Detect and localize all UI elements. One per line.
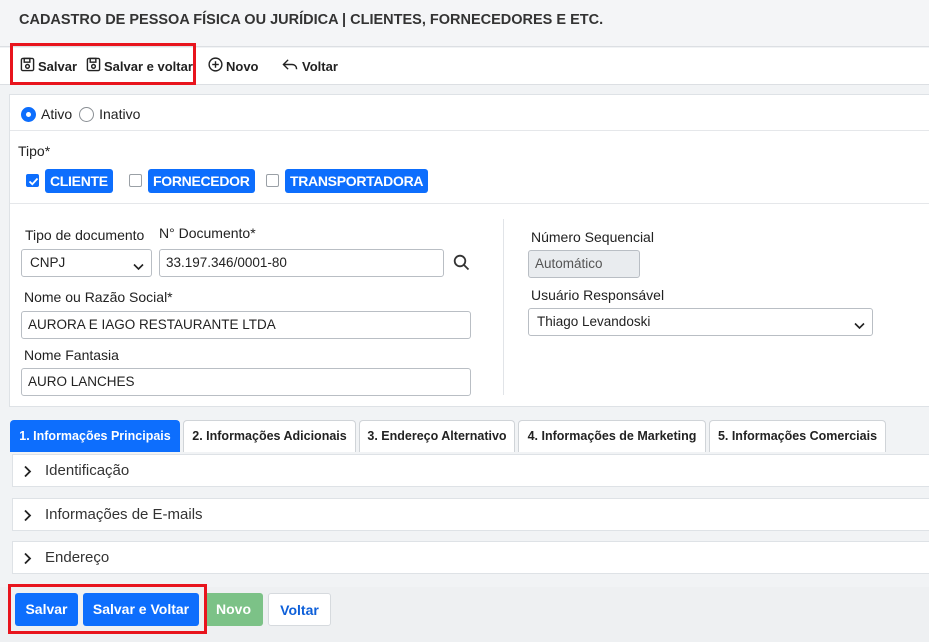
footer-new-button[interactable]: Novo xyxy=(204,593,263,626)
tab-informacoes-adicionais[interactable]: 2. Informações Adicionais xyxy=(183,420,356,452)
chevron-right-icon xyxy=(23,509,32,526)
toolbar-back-button[interactable]: Voltar xyxy=(281,57,338,75)
doc-number-input[interactable]: 33.197.346/0001-80 xyxy=(159,249,444,277)
footer-back-button[interactable]: Voltar xyxy=(268,593,331,626)
accordion-label: Endereço xyxy=(45,549,110,566)
doc-type-label: Tipo de documento xyxy=(25,227,145,243)
page-header: CADASTRO DE PESSOA FÍSICA OU JURÍDICA | … xyxy=(0,0,929,47)
plus-circle-icon xyxy=(208,57,223,75)
tab-endereco-alternativo[interactable]: 3. Endereço Alternativo xyxy=(359,420,515,452)
checkbox-fornecedor[interactable] xyxy=(129,174,142,187)
badge-cliente[interactable]: CLIENTE xyxy=(45,169,113,193)
checkbox-cliente[interactable] xyxy=(26,174,39,187)
user-value: Thiago Levandoski xyxy=(537,314,651,329)
radio-inactive-label: Inativo xyxy=(99,106,141,122)
seq-input: Automático xyxy=(528,250,640,278)
tab-informacoes-marketing[interactable]: 4. Informações de Marketing xyxy=(518,420,706,452)
user-label: Usuário Responsável xyxy=(531,287,665,303)
tab-informacoes-comerciais[interactable]: 5. Informações Comerciais xyxy=(709,420,886,452)
seq-label: Número Sequencial xyxy=(531,229,654,245)
search-icon[interactable] xyxy=(453,254,470,276)
fantasy-input[interactable]: AURO LANCHES xyxy=(21,368,471,396)
highlight-box-toolbar xyxy=(10,43,196,85)
status-radio-group: Ativo Inativo xyxy=(21,106,140,122)
reply-arrow-icon xyxy=(281,57,299,75)
page-title: CADASTRO DE PESSOA FÍSICA OU JURÍDICA | … xyxy=(19,12,604,28)
toolbar-back-label: Voltar xyxy=(302,58,338,74)
user-select[interactable]: Thiago Levandoski xyxy=(528,308,873,336)
doc-type-value: CNPJ xyxy=(30,255,66,270)
radio-active[interactable] xyxy=(21,106,36,122)
doc-number-label: N° Documento* xyxy=(159,225,256,241)
chevron-right-icon xyxy=(23,552,32,569)
accordion-endereco[interactable]: Endereço xyxy=(12,541,929,574)
chevron-down-icon xyxy=(133,259,144,274)
accordion-label: Identificação xyxy=(45,462,130,479)
highlight-box-footer xyxy=(8,584,207,634)
accordion-emails[interactable]: Informações de E-mails xyxy=(12,498,929,531)
doc-type-select[interactable]: CNPJ xyxy=(21,249,152,277)
badge-transportadora[interactable]: TRANSPORTADORA xyxy=(285,169,429,193)
accordion-identificacao[interactable]: Identificação xyxy=(12,454,929,487)
chevron-down-icon xyxy=(854,318,865,333)
name-label: Nome ou Razão Social* xyxy=(24,289,173,305)
fantasy-label: Nome Fantasia xyxy=(24,347,119,363)
toolbar-new-button[interactable]: Novo xyxy=(208,57,259,75)
badge-fornecedor[interactable]: FORNECEDOR xyxy=(148,169,255,193)
tab-informacoes-principais[interactable]: 1. Informações Principais xyxy=(10,420,180,452)
divider xyxy=(10,203,929,204)
radio-active-label: Ativo xyxy=(41,106,73,122)
tipo-label: Tipo* xyxy=(18,143,51,159)
column-divider xyxy=(503,219,504,395)
checkbox-transportadora[interactable] xyxy=(266,174,279,187)
toolbar-new-label: Novo xyxy=(226,58,259,74)
radio-inactive[interactable] xyxy=(79,106,95,122)
accordion-label: Informações de E-mails xyxy=(45,506,203,523)
chevron-right-icon xyxy=(23,465,32,482)
name-input[interactable]: AURORA E IAGO RESTAURANTE LTDA xyxy=(21,311,471,339)
divider xyxy=(10,130,929,131)
